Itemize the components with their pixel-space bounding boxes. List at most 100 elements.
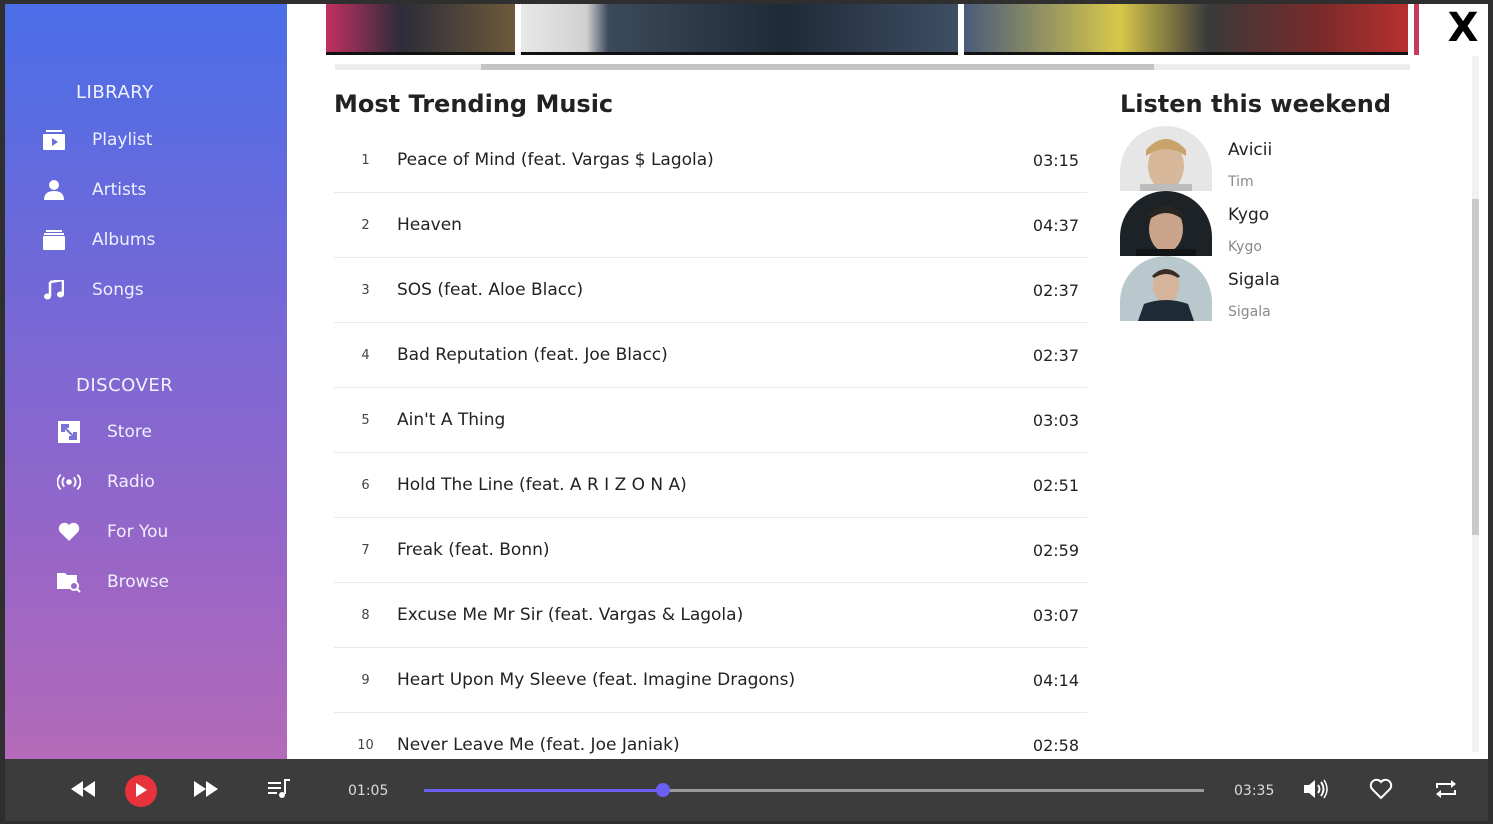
sidebar-item-artists[interactable]: Artists	[42, 170, 146, 210]
track-number: 10	[357, 737, 374, 753]
queue-icon	[268, 779, 290, 803]
track-title: Never Leave Me (feat. Joe Janiak)	[397, 735, 680, 755]
playlist-icon	[42, 128, 66, 152]
artist-subtitle: Kygo	[1228, 239, 1262, 255]
albums-icon	[42, 228, 66, 252]
heart-outline-icon	[1369, 778, 1393, 804]
track-duration: 02:58	[1032, 735, 1079, 755]
album-carousel[interactable]	[326, 4, 1419, 56]
sidebar-item-albums[interactable]: Albums	[42, 220, 155, 260]
heart-icon	[57, 520, 81, 544]
track-number: 2	[361, 217, 370, 233]
track-title: Freak (feat. Bonn)	[397, 540, 550, 560]
app-window: LIBRARY Playlist Artists Albums Songs DI…	[5, 4, 1488, 759]
avatar	[1120, 191, 1212, 256]
queue-button[interactable]	[263, 775, 295, 807]
trending-title: Most Trending Music	[334, 90, 614, 118]
track-row[interactable]: 2 Heaven 04:37	[334, 193, 1087, 258]
track-number: 4	[361, 347, 370, 363]
artist-card-kygo[interactable]: Kygo Kygo	[1120, 191, 1420, 256]
album-cover[interactable]	[1414, 4, 1419, 55]
sidebar-item-radio[interactable]: Radio	[57, 462, 155, 502]
artist-subtitle: Tim	[1228, 174, 1254, 190]
repeat-button[interactable]	[1430, 775, 1462, 807]
track-row[interactable]: 4 Bad Reputation (feat. Joe Blacc) 02:37	[334, 323, 1087, 388]
close-button[interactable]: X	[1446, 6, 1480, 50]
track-duration: 02:37	[1032, 280, 1079, 300]
track-list: 1 Peace of Mind (feat. Vargas $ Lagola) 03…	[334, 128, 1087, 759]
sidebar-item-label: Store	[107, 422, 152, 442]
track-duration: 02:37	[1032, 345, 1079, 365]
track-duration: 04:37	[1032, 215, 1079, 235]
sidebar-item-label: Playlist	[92, 130, 153, 150]
track-row[interactable]: 5 Ain't A Thing 03:03	[334, 388, 1087, 453]
avatar	[1120, 126, 1212, 191]
track-row[interactable]: 3 SOS (feat. Aloe Blacc) 02:37	[334, 258, 1087, 323]
track-row[interactable]: 6 Hold The Line (feat. A R I Z O N A) 02:5…	[334, 453, 1087, 518]
progress-knob[interactable]	[655, 783, 670, 797]
track-title: SOS (feat. Aloe Blacc)	[397, 280, 584, 300]
avatar	[1120, 256, 1212, 321]
store-icon	[57, 420, 81, 444]
track-duration: 03:03	[1032, 410, 1079, 430]
track-title: Peace of Mind (feat. Vargas $ Lagola)	[397, 150, 714, 170]
music-note-icon	[42, 278, 66, 302]
track-row[interactable]: 10 Never Leave Me (feat. Joe Janiak) 02:58	[334, 713, 1087, 759]
album-cover[interactable]	[326, 4, 515, 55]
weekend-title: Listen this weekend	[1120, 90, 1392, 118]
artist-subtitle: Sigala	[1228, 304, 1271, 320]
next-button[interactable]	[190, 775, 222, 807]
content-scrollbar-thumb[interactable]	[1472, 199, 1479, 535]
person-icon	[42, 178, 66, 202]
track-row[interactable]: 1 Peace of Mind (feat. Vargas $ Lagola) 03…	[334, 128, 1087, 193]
track-row[interactable]: 8 Excuse Me Mr Sir (feat. Vargas & Lagola…	[334, 583, 1087, 648]
radio-icon	[57, 470, 81, 494]
track-title: Ain't A Thing	[397, 410, 506, 430]
sidebar-item-browse[interactable]: Browse	[57, 562, 169, 602]
artist-card-sigala[interactable]: Sigala Sigala	[1120, 256, 1420, 321]
total-time: 03:35	[1234, 783, 1275, 799]
rewind-icon	[71, 781, 95, 801]
track-duration: 04:14	[1032, 670, 1079, 690]
carousel-scrollbar[interactable]	[335, 64, 1410, 70]
artist-card-avicii[interactable]: Avicii Tim	[1120, 126, 1420, 191]
volume-icon	[1304, 779, 1330, 803]
library-section-title: LIBRARY	[76, 82, 154, 103]
artist-name: Kygo	[1228, 205, 1270, 225]
progress-bar[interactable]	[424, 783, 1204, 797]
previous-button[interactable]	[67, 775, 99, 807]
progress-fill	[424, 789, 663, 792]
track-number: 1	[361, 152, 370, 168]
track-number: 6	[361, 477, 370, 493]
artist-name: Sigala	[1228, 270, 1280, 290]
track-duration: 02:51	[1032, 475, 1079, 495]
track-number: 8	[361, 607, 370, 623]
discover-section-title: DISCOVER	[76, 375, 174, 396]
carousel-scrollbar-thumb[interactable]	[481, 64, 1154, 70]
track-number: 9	[361, 672, 370, 688]
track-title: Heart Upon My Sleeve (feat. Imagine Drag…	[397, 670, 796, 690]
track-duration: 03:07	[1032, 605, 1079, 625]
sidebar-item-label: For You	[107, 522, 169, 542]
album-cover[interactable]	[521, 4, 958, 55]
sidebar-item-playlist[interactable]: Playlist	[42, 120, 152, 160]
sidebar: LIBRARY Playlist Artists Albums Songs DI…	[5, 4, 287, 759]
play-button[interactable]	[125, 775, 157, 807]
sidebar-item-for-you[interactable]: For You	[57, 512, 168, 552]
volume-button[interactable]	[1301, 775, 1333, 807]
favorite-button[interactable]	[1365, 775, 1397, 807]
content-scrollbar[interactable]	[1472, 56, 1479, 752]
play-icon	[135, 782, 147, 801]
track-duration: 03:15	[1032, 150, 1079, 170]
track-row[interactable]: 9 Heart Upon My Sleeve (feat. Imagine Dra…	[334, 648, 1087, 713]
sidebar-item-store[interactable]: Store	[57, 412, 152, 452]
sidebar-item-songs[interactable]: Songs	[42, 270, 144, 310]
track-row[interactable]: 7 Freak (feat. Bonn) 02:59	[334, 518, 1087, 583]
album-cover[interactable]	[964, 4, 1408, 55]
track-duration: 02:59	[1032, 540, 1079, 560]
current-time: 01:05	[348, 783, 389, 799]
sidebar-item-label: Albums	[92, 230, 156, 250]
browse-icon	[57, 570, 81, 594]
track-title: Bad Reputation (feat. Joe Blacc)	[397, 345, 668, 365]
sidebar-item-label: Radio	[107, 472, 155, 492]
